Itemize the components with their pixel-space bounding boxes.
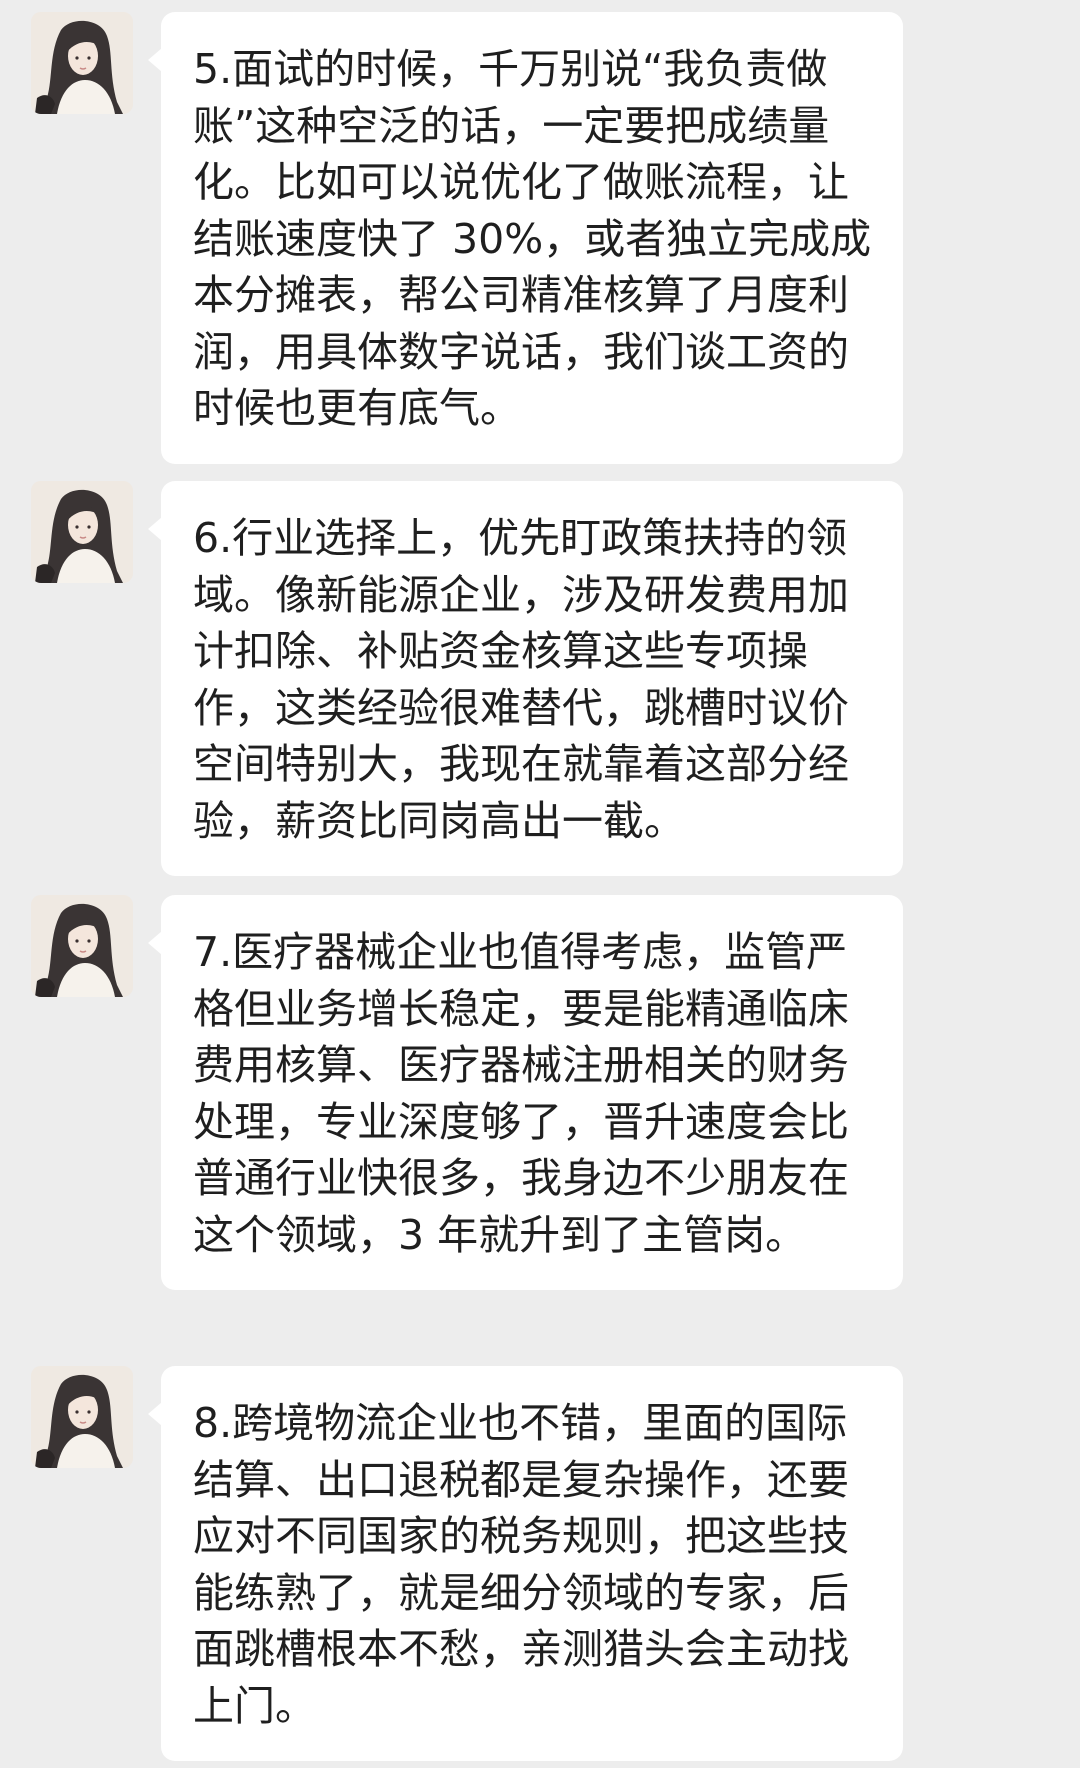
- message-bubble[interactable]: 5.面试的时候，千万别说“我负责做账”这种空泛的话，一定要把成绩量化。比如可以说…: [148, 12, 903, 464]
- message-text: 5.面试的时候，千万别说“我负责做账”这种空泛的话，一定要把成绩量化。比如可以说…: [193, 45, 872, 432]
- girl-portrait-icon: [31, 895, 133, 997]
- message-text: 7.医疗器械企业也值得考虑，监管严格但业务增长稳定，要是能精通临床费用核算、医疗…: [193, 928, 849, 1259]
- avatar[interactable]: [31, 895, 133, 997]
- message-bubble[interactable]: 6.行业选择上，优先盯政策扶持的领域。像新能源企业，涉及研发费用加计扣除、补贴资…: [148, 481, 903, 876]
- chat-message-list: 5.面试的时候，千万别说“我负责做账”这种空泛的话，一定要把成绩量化。比如可以说…: [0, 0, 1080, 1768]
- avatar[interactable]: [31, 12, 133, 114]
- message-text: 8.跨境物流企业也不错，里面的国际结算、出口退税都是复杂操作，还要应对不同国家的…: [193, 1399, 849, 1730]
- avatar[interactable]: [31, 1366, 133, 1468]
- girl-portrait-icon: [31, 12, 133, 114]
- message-bubble[interactable]: 8.跨境物流企业也不错，里面的国际结算、出口退税都是复杂操作，还要应对不同国家的…: [148, 1366, 903, 1761]
- message-text: 6.行业选择上，优先盯政策扶持的领域。像新能源企业，涉及研发费用加计扣除、补贴资…: [193, 514, 849, 845]
- girl-portrait-icon: [31, 481, 133, 583]
- girl-portrait-icon: [31, 1366, 133, 1468]
- avatar[interactable]: [31, 481, 133, 583]
- message-bubble[interactable]: 7.医疗器械企业也值得考虑，监管严格但业务增长稳定，要是能精通临床费用核算、医疗…: [148, 895, 903, 1290]
